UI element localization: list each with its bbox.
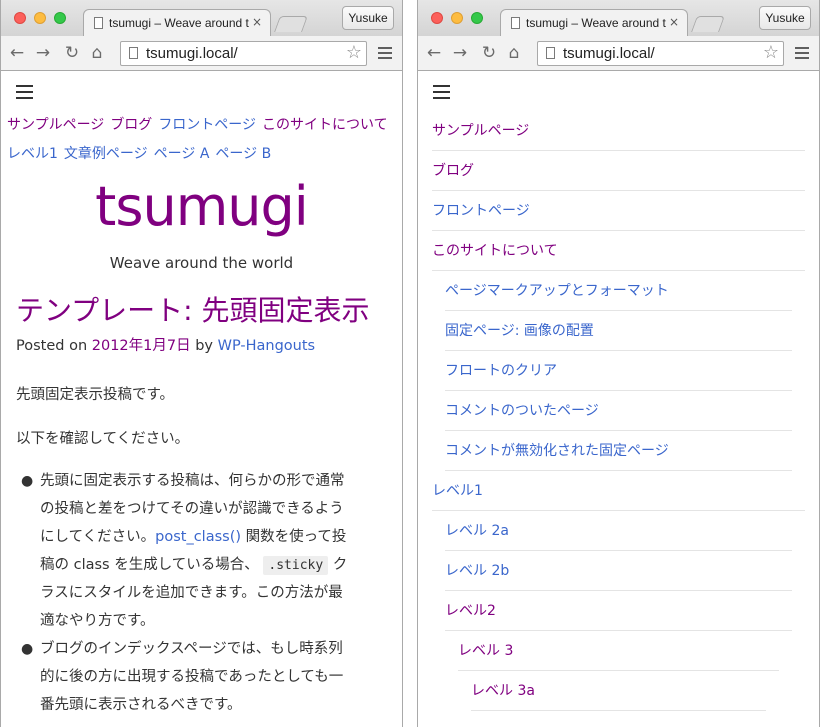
back-arrow-icon[interactable]: ← [7, 43, 27, 63]
list-item-line: 先頭に固定表示する投稿は、何らかの形で通常 [40, 473, 345, 489]
profile-button[interactable]: Yusuke [759, 6, 811, 30]
new-tab-button[interactable] [274, 16, 308, 32]
nav-menu-item[interactable]: サンプルページ [432, 111, 805, 151]
primary-menu-row-1: サンプルページ ブログ フロントページ このサイトについて [7, 114, 402, 134]
zoom-window-button[interactable] [471, 12, 483, 24]
forward-arrow-icon[interactable]: → [450, 43, 470, 63]
list-item-line: 稿の class を生成している場合、 .sticky ク [40, 553, 348, 575]
profile-button[interactable]: Yusuke [342, 6, 394, 30]
minimize-window-button[interactable] [451, 12, 463, 24]
address-bar[interactable]: tsumugi.local/ ☆ [120, 41, 367, 66]
close-window-button[interactable] [14, 12, 26, 24]
nav-menu-item[interactable]: ブログ [432, 151, 805, 191]
tab-title: tsumugi – Weave around the world [109, 16, 249, 30]
list-item-line: 的に後の方に出現する投稿であったとしても一 [40, 669, 344, 685]
nav-menu-item[interactable]: レベル 2b [445, 551, 792, 591]
nav-menu-item[interactable]: コメントが無効化された固定ページ [445, 431, 792, 471]
paragraph: 以下を確認してください。 [16, 431, 190, 447]
post-title[interactable]: テンプレート: 先頭固定表示 [16, 289, 370, 329]
bookmark-star-icon[interactable]: ☆ [346, 43, 362, 63]
primary-menu-row-2: レベル1 文章例ページ ページ A ページ B [7, 143, 402, 163]
nav-menu-item[interactable]: フロートのクリア [445, 351, 792, 391]
menu-link-blog[interactable]: ブログ [110, 117, 152, 133]
nav-menu-item[interactable]: コメントのついたページ [445, 391, 792, 431]
hamburger-menu-icon[interactable] [16, 85, 33, 99]
nav-menu-item[interactable]: レベル1 [432, 471, 805, 511]
browser-tab[interactable]: tsumugi – Weave around the world × [500, 9, 688, 37]
home-icon[interactable]: ⌂ [504, 43, 524, 63]
browser-menu-icon[interactable] [378, 45, 392, 61]
post-date-link[interactable]: 2012年1月7日 [92, 338, 191, 354]
title-bar: tsumugi – Weave around the world × Yusuk… [418, 0, 819, 37]
nav-menu-item[interactable]: 固定ページ: 画像の配置 [445, 311, 792, 351]
reload-icon[interactable]: ↻ [62, 43, 82, 63]
new-tab-button[interactable] [691, 16, 725, 32]
menu-link-about[interactable]: このサイトについて [262, 117, 388, 133]
tab-close-icon[interactable]: × [669, 15, 679, 29]
nav-menu-item[interactable]: レベル 3a [471, 671, 766, 711]
url-text[interactable]: tsumugi.local/ [146, 45, 238, 62]
menu-link-sample-page[interactable]: サンプルページ [7, 117, 104, 133]
menu-link-example-text[interactable]: 文章例ページ [64, 146, 148, 162]
site-title[interactable]: tsumugi [1, 175, 402, 238]
tab-close-icon[interactable]: × [252, 15, 262, 29]
back-arrow-icon[interactable]: ← [424, 43, 444, 63]
title-bar: tsumugi – Weave around the world × Yusuk… [1, 0, 402, 37]
paragraph: 先頭固定表示投稿です。 [16, 387, 175, 403]
menu-link-page-b[interactable]: ページ B [215, 146, 271, 162]
list-item-line: 番先頭に表示されるべきです。 [40, 697, 242, 713]
browser-menu-icon[interactable] [795, 45, 809, 61]
menu-link-front-page[interactable]: フロントページ [158, 117, 256, 133]
inline-code: .sticky [263, 556, 329, 575]
list-item-line: にしてください。post_class() 関数を使って投 [40, 525, 346, 546]
text-segment: 関数を使って投 [241, 529, 347, 545]
list-item-line: の投稿と差をつけてその違いが認識できるよう [40, 501, 344, 517]
browser-window-left: tsumugi – Weave around the world × Yusuk… [0, 0, 403, 727]
document-icon [94, 17, 103, 29]
forward-arrow-icon[interactable]: → [33, 43, 53, 63]
nav-menu-item[interactable]: レベル 3 [458, 631, 779, 671]
nav-menu-item[interactable]: レベル2 [445, 591, 792, 631]
menu-link-level1[interactable]: レベル1 [7, 146, 58, 162]
author-link[interactable]: WP-Hangouts [218, 338, 315, 354]
list-bullet: ● [21, 473, 34, 489]
document-icon [511, 17, 520, 29]
nav-menu-item[interactable]: フロントページ [432, 191, 805, 231]
list-bullet: ● [21, 641, 34, 657]
browser-toolbar: ← → ↻ ⌂ tsumugi.local/ ☆ [418, 36, 819, 71]
nav-menu-item[interactable]: このサイトについて [432, 231, 805, 271]
nav-menu-item[interactable]: レベル 2a [445, 511, 792, 551]
post-class-link[interactable]: post_class() [155, 529, 241, 545]
minimize-window-button[interactable] [34, 12, 46, 24]
menu-link-page-a[interactable]: ページ A [154, 146, 210, 162]
text-segment: にしてください。 [40, 529, 156, 545]
list-item-line: ブログのインデックスページでは、もし時系列 [40, 641, 343, 657]
close-window-button[interactable] [431, 12, 443, 24]
tab-title: tsumugi – Weave around the world [526, 16, 666, 30]
list-item-line: 適なやり方です。 [40, 613, 155, 629]
site-description: Weave around the world [109, 254, 294, 272]
hamburger-menu-icon[interactable] [433, 85, 450, 99]
zoom-window-button[interactable] [54, 12, 66, 24]
page-icon [546, 47, 555, 59]
page-viewport: サンプルページ ブログ フロントページ このサイトについて ページマークアップとフォーマ… [418, 71, 819, 727]
page-icon [129, 47, 138, 59]
url-text[interactable]: tsumugi.local/ [563, 45, 655, 62]
text-segment: ク [328, 557, 348, 573]
browser-toolbar: ← → ↻ ⌂ tsumugi.local/ ☆ [1, 36, 402, 71]
text-segment: 稿の class を生成している場合、 [40, 557, 259, 573]
home-icon[interactable]: ⌂ [87, 43, 107, 63]
bookmark-star-icon[interactable]: ☆ [763, 43, 779, 63]
posted-on-label: Posted on [16, 338, 88, 354]
browser-tab[interactable]: tsumugi – Weave around the world × [83, 9, 271, 37]
page-viewport: サンプルページ ブログ フロントページ このサイトについて レベル1 文章例ページ ページ… [1, 71, 402, 727]
browser-window-right: tsumugi – Weave around the world × Yusuk… [417, 0, 820, 727]
address-bar[interactable]: tsumugi.local/ ☆ [537, 41, 784, 66]
nav-menu-item[interactable]: ページマークアップとフォーマット [445, 271, 792, 311]
post-meta: Posted on 2012年1月7日 by WP-Hangouts [16, 334, 315, 355]
list-item-line: ラスにスタイルを追加できます。この方法が最 [40, 585, 343, 601]
reload-icon[interactable]: ↻ [479, 43, 499, 63]
by-label: by [195, 338, 214, 354]
